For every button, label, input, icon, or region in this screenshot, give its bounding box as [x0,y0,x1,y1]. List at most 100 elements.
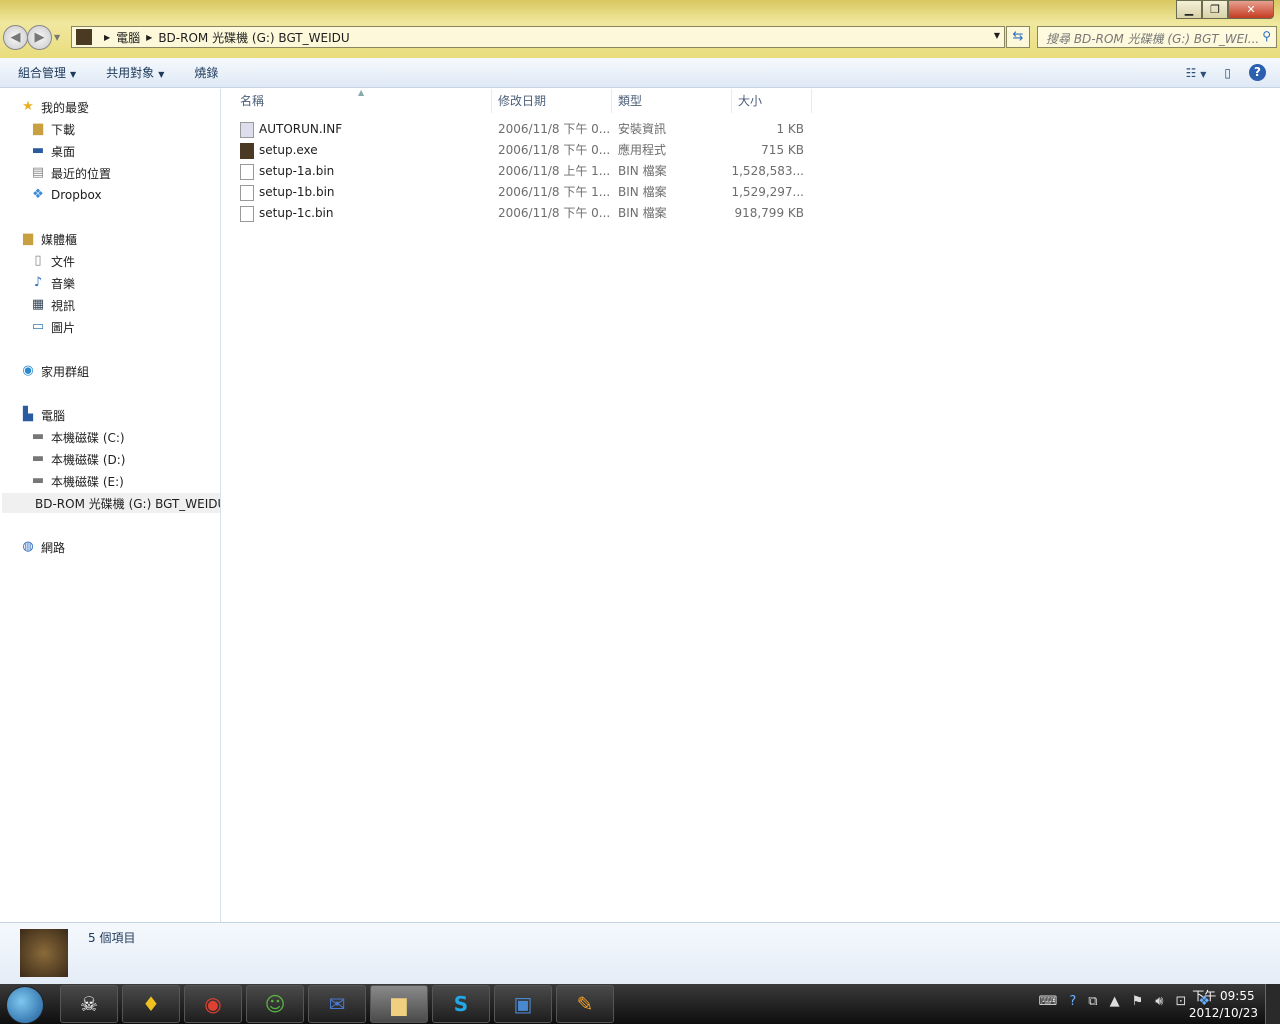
taskbar-app-pdf[interactable]: ✎ [556,985,614,1023]
file-size: 1,529,297... [731,185,804,199]
nav-videos[interactable]: ▦ 視訊 [30,295,75,315]
taskbar-skype[interactable]: S [432,985,490,1023]
column-header-name[interactable]: 名稱 ▲ [234,88,492,113]
recent-pages-dropdown[interactable]: ▼ [54,33,60,42]
file-name: setup.exe [240,140,318,161]
network-icon[interactable]: ⊡ [1175,994,1186,1009]
organize-button[interactable]: 組合管理 ▼ [18,64,76,81]
title-bar: ▁ ❐ ✕ ◀ ▶ ▼ ▶ 電腦 ▶ BD-ROM 光碟機 (G:) BGT_W… [0,0,1280,58]
file-date: 2006/11/8 上午 1... [498,164,611,178]
chevron-right-icon[interactable]: ▶ [104,33,110,42]
file-row[interactable]: setup-1b.bin 2006/11/8 下午 1... BIN 檔案 1,… [238,182,814,203]
desktop-icon: ▬ [31,143,45,158]
nav-documents[interactable]: ▯ 文件 [30,251,75,271]
nav-libraries[interactable]: ▆ 媒體櫃 [20,229,77,249]
system-tray: ⌨ ? ⧉ ▲ ⚑ 🔊︎ ⊡ ❖ [1039,994,1210,1009]
taskbar-facebook-messenger[interactable]: ✉ [308,985,366,1023]
nav-music[interactable]: ♪ 音樂 [30,273,75,293]
item-count: 5 個項目 [88,931,136,945]
file-row[interactable]: AUTORUN.INF 2006/11/8 下午 0... 安裝資訊 1 KB [238,119,814,140]
nav-drive-c[interactable]: ▬ 本機磁碟 (C:) [30,427,125,447]
preview-pane-button[interactable]: ▯ [1224,66,1231,80]
back-button[interactable]: ◀ [3,25,28,50]
file-type: 安裝資訊 [618,122,667,136]
taskbar-remote-desktop[interactable]: ▣ [494,985,552,1023]
burn-button[interactable]: 燒錄 [194,64,218,81]
view-options-button[interactable]: ☷ ▼ [1186,66,1207,80]
nav-pictures[interactable]: ▭ 圖片 [30,317,75,337]
file-type: 應用程式 [618,143,667,157]
drive-thumbnail [20,929,68,977]
command-bar: 組合管理 ▼ 共用對象 ▼ 燒錄 ☷ ▼ ▯ ? [0,58,1280,88]
file-row[interactable]: setup.exe 2006/11/8 下午 0... 應用程式 715 KB [238,140,814,161]
library-icon: ▆ [23,231,33,246]
nav-network[interactable]: ◍ 網路 [20,537,65,557]
clock-date: 2012/10/23 [1188,1006,1258,1020]
search-icon[interactable]: ⚲ [1262,29,1271,43]
column-header-size[interactable]: 大小 [732,89,812,113]
nav-recent[interactable]: ▤ 最近的位置 [30,163,111,183]
clock[interactable]: 下午 09:55 2012/10/23 [1189,988,1258,1022]
breadcrumb-computer[interactable]: 電腦 [116,29,140,46]
window-icon[interactable]: ⧉ [1088,994,1097,1009]
file-size: 918,799 KB [734,206,804,220]
sort-ascending-icon: ▲ [358,88,365,97]
file-date: 2006/11/8 下午 0... [498,206,611,220]
forward-button[interactable]: ▶ [27,25,52,50]
share-button[interactable]: 共用對象 ▼ [106,64,164,81]
file-date: 2006/11/8 下午 0... [498,143,611,157]
maximize-button[interactable]: ❐ [1202,0,1228,19]
keyboard-icon[interactable]: ⌨ [1039,994,1058,1009]
drive-icon: ▬ [31,473,45,488]
file-icon [240,184,254,201]
file-row[interactable]: setup-1a.bin 2006/11/8 上午 1... BIN 檔案 1,… [238,161,814,182]
picture-icon: ▭ [31,319,45,334]
file-size: 1 KB [776,122,804,136]
column-header-date[interactable]: 修改日期 [492,89,612,113]
nav-downloads[interactable]: ▆ 下載 [30,119,75,139]
taskbar-explorer[interactable]: ▆ [370,985,428,1023]
taskbar-messenger[interactable]: ☺ [246,985,304,1023]
search-input[interactable]: 搜尋 BD-ROM 光碟機 (G:) BGT_WEI... ⚲ [1037,26,1277,48]
drive-icon: ▬ [31,451,45,466]
nav-favorites[interactable]: ★ 我的最愛 [20,97,89,117]
minimize-button[interactable]: ▁ [1176,0,1202,19]
music-icon: ♪ [33,275,43,290]
help-icon[interactable]: ? [1069,994,1076,1009]
action-center-flag-icon[interactable]: ⚑ [1132,994,1144,1009]
nav-drive-e[interactable]: ▬ 本機磁碟 (E:) [30,471,124,491]
nav-drive-d[interactable]: ▬ 本機磁碟 (D:) [30,449,126,469]
nav-homegroup[interactable]: ◉ 家用群組 [20,361,89,381]
breadcrumb-drive[interactable]: BD-ROM 光碟機 (G:) BGT_WEIDU [158,29,349,46]
show-hidden-icons-button[interactable]: ▲ [1110,994,1120,1009]
volume-icon[interactable]: 🔊︎ [1155,994,1163,1009]
file-row[interactable]: setup-1c.bin 2006/11/8 下午 0... BIN 檔案 91… [238,203,814,224]
nav-desktop[interactable]: ▬ 桌面 [30,141,75,161]
file-date: 2006/11/8 下午 1... [498,185,611,199]
address-bar[interactable]: ▶ 電腦 ▶ BD-ROM 光碟機 (G:) BGT_WEIDU ▼ [71,26,1005,48]
file-type: BIN 檔案 [618,164,667,178]
file-type: BIN 檔案 [618,206,667,220]
column-header-type[interactable]: 類型 [612,89,732,113]
close-button[interactable]: ✕ [1228,0,1274,19]
taskbar-foobar[interactable]: ☠ [60,985,118,1023]
file-date: 2006/11/8 下午 0... [498,122,611,136]
film-icon: ▦ [31,297,45,312]
taskbar: ☠ ♦ ◉ ☺ ✉ ▆ S ▣ ✎ ⌨ ? ⧉ ▲ ⚑ 🔊︎ ⊡ ❖ 下午 09… [0,984,1280,1024]
nav-computer[interactable]: ▙ 電腦 [20,405,65,425]
drive-icon: ▬ [31,429,45,444]
network-icon: ◍ [22,539,34,554]
recent-places-icon: ▤ [31,165,45,180]
start-button[interactable] [6,986,44,1024]
chevron-right-icon[interactable]: ▶ [146,33,152,42]
refresh-button[interactable]: ⇆ [1006,26,1030,48]
nav-drive-g[interactable]: BD-ROM 光碟機 (G:) BGT_WEIDU [2,493,220,513]
taskbar-app-yellow[interactable]: ♦ [122,985,180,1023]
file-icon [240,142,254,159]
show-desktop-button[interactable] [1265,984,1280,1024]
address-dropdown[interactable]: ▼ [994,31,1000,40]
nav-dropbox[interactable]: ❖ Dropbox [30,185,101,205]
taskbar-chrome[interactable]: ◉ [184,985,242,1023]
help-button[interactable]: ? [1249,64,1266,81]
drive-icon [76,29,92,45]
